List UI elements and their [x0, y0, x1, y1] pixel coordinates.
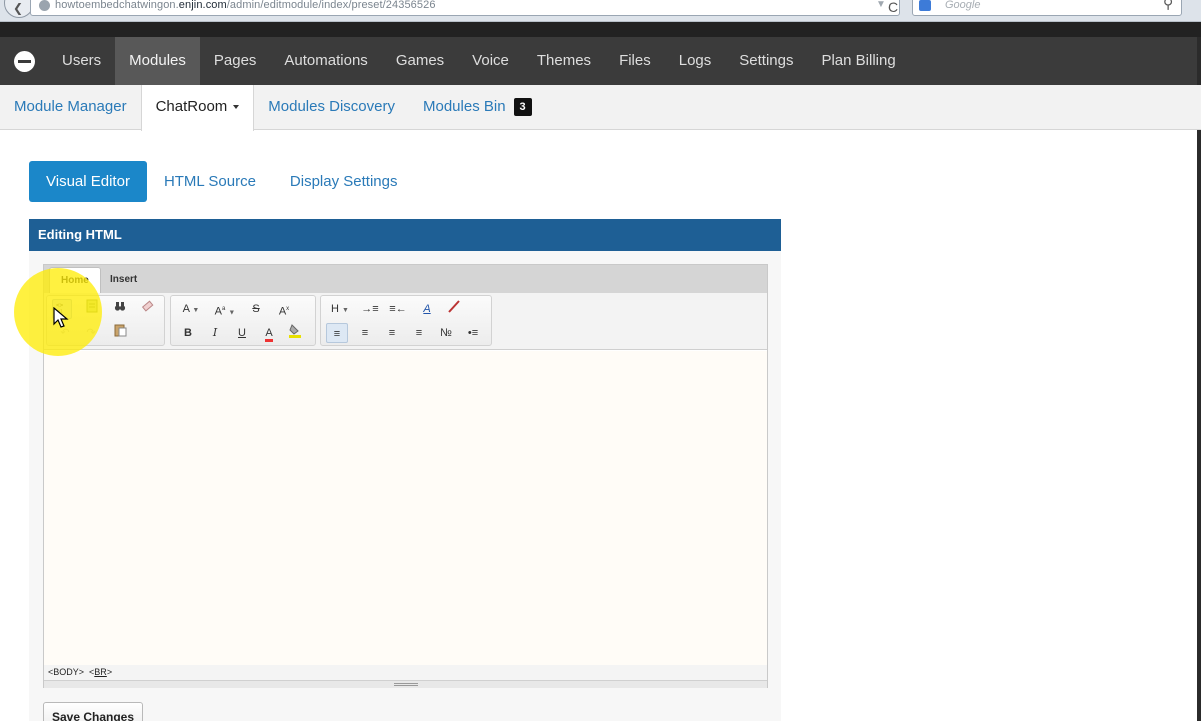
url-domain: enjin.com — [178, 0, 227, 11]
find-binoculars-icon[interactable] — [109, 299, 131, 319]
path-body-tag[interactable]: <BODY> — [48, 667, 84, 677]
redo-icon[interactable]: ↷ — [80, 323, 102, 343]
modules-bin-count-badge: 3 — [513, 98, 532, 117]
html-mode-icon[interactable]: <> ml — [52, 299, 72, 319]
strikethrough-icon[interactable]: S — [245, 299, 267, 319]
save-changes-button[interactable]: Save Changes — [43, 702, 143, 721]
ribbon-tabs: Home Insert — [44, 265, 767, 294]
back-arrow-icon: ❮ — [13, 1, 24, 15]
clear-style-icon[interactable]: A — [416, 299, 438, 319]
window-edge — [1197, 37, 1201, 721]
align-center-icon[interactable]: ≡ — [354, 323, 376, 343]
search-placeholder: Google — [945, 0, 981, 11]
svg-text:<>: <> — [56, 302, 64, 309]
address-bar[interactable]: howtoembedchatwingon.enjin.com/admin/edi… — [30, 0, 900, 16]
svg-text:ml: ml — [57, 309, 63, 314]
toolbar-group-clipboard: <> ml ↶ ↷ — [46, 295, 165, 346]
eraser-icon[interactable] — [136, 299, 158, 319]
tab-html-source[interactable]: HTML Source — [147, 161, 273, 202]
font-face-dropdown-icon[interactable]: A ▼ — [176, 299, 206, 319]
subnav-chatroom[interactable]: ChatRoom — [140, 85, 255, 131]
top-strip — [0, 22, 1201, 37]
nav-item-plan-billing[interactable]: Plan Billing — [807, 37, 909, 85]
grip-icon — [394, 683, 418, 686]
subnav-modules-discovery[interactable]: Modules Discovery — [254, 85, 409, 130]
toolbar-group-paragraph: H ▼ →≡ ≡← A ≡ ≡ ≡ ≡ № •≡ — [320, 295, 492, 346]
undo-icon[interactable]: ↶ — [54, 323, 76, 343]
nav-item-automations[interactable]: Automations — [270, 37, 381, 85]
subnav-modules-bin-label: Modules Bin — [423, 98, 506, 115]
nav-item-files[interactable]: Files — [605, 37, 665, 85]
highlight-color-icon[interactable] — [284, 323, 306, 343]
main-nav-items: Users Modules Pages Automations Games Voice Th… — [48, 37, 910, 85]
document-icon[interactable] — [81, 299, 103, 319]
ribbon-tab-insert[interactable]: Insert — [99, 267, 148, 294]
editor-mode-tabs: Visual Editor HTML Source Display Settin… — [29, 161, 414, 202]
caret-down-icon — [233, 105, 240, 110]
align-right-icon[interactable]: ≡ — [381, 323, 403, 343]
nav-item-themes[interactable]: Themes — [523, 37, 605, 85]
font-size-dropdown-icon[interactable]: Aa ▼ — [209, 299, 241, 319]
outdent-icon[interactable]: ≡← — [387, 299, 409, 319]
url-text: howtoembedchatwingon.enjin.com/admin/edi… — [55, 0, 436, 11]
subnav-chatroom-label: ChatRoom — [155, 98, 228, 115]
sub-nav: Module Manager ChatRoom Modules Discover… — [0, 85, 1201, 131]
editor-resize-handle[interactable] — [44, 680, 767, 688]
paste-icon[interactable] — [109, 323, 131, 343]
site-identity-icon — [39, 0, 50, 11]
subnav-modules-bin[interactable]: Modules Bin 3 — [409, 85, 546, 130]
indent-icon[interactable]: →≡ — [359, 299, 381, 319]
nav-item-games[interactable]: Games — [382, 37, 458, 85]
tab-visual-editor[interactable]: Visual Editor — [29, 161, 147, 202]
path-br-tag[interactable]: BR — [94, 667, 107, 677]
browser-toolbar: ❮ howtoembedchatwingon.enjin.com/admin/e… — [0, 0, 1201, 22]
nav-item-voice[interactable]: Voice — [458, 37, 523, 85]
italic-icon[interactable]: I — [204, 323, 226, 343]
nav-item-pages[interactable]: Pages — [200, 37, 271, 85]
url-prefix: howtoembedchatwingon. — [55, 0, 179, 11]
bold-icon[interactable]: B — [177, 323, 199, 343]
enjin-logo-icon[interactable] — [14, 51, 35, 72]
main-nav: Users Modules Pages Automations Games Voice Th… — [0, 37, 1201, 85]
editor-content-area[interactable] — [44, 351, 767, 665]
magnifier-icon[interactable]: ⚲ — [1163, 0, 1173, 12]
url-path: /admin/editmodule/index/preset/24356526 — [226, 0, 436, 11]
underline-icon[interactable]: U — [231, 323, 253, 343]
unordered-list-icon[interactable]: •≡ — [462, 323, 484, 343]
nav-item-users[interactable]: Users — [48, 37, 115, 85]
search-box[interactable]: Google ⚲ — [912, 0, 1182, 16]
reload-icon[interactable]: C — [888, 0, 898, 15]
search-engine-icon[interactable] — [919, 0, 931, 11]
tab-display-settings[interactable]: Display Settings — [273, 161, 415, 202]
format-painter-icon[interactable] — [443, 299, 465, 319]
align-justify-icon[interactable]: ≡ — [408, 323, 430, 343]
nav-item-settings[interactable]: Settings — [725, 37, 807, 85]
subnav-module-manager[interactable]: Module Manager — [0, 85, 141, 130]
dropdown-arrow-icon[interactable]: ▼ — [876, 0, 886, 10]
align-left-icon[interactable]: ≡ — [326, 323, 348, 343]
ribbon-tab-home[interactable]: Home — [49, 267, 101, 294]
panel-title: Editing HTML — [29, 219, 781, 251]
page: ❮ howtoembedchatwingon.enjin.com/admin/e… — [0, 0, 1201, 721]
ordered-list-icon[interactable]: № — [435, 323, 457, 343]
heading-dropdown-icon[interactable]: H ▼ — [325, 299, 355, 319]
toolbar-group-font: A ▼ Aa ▼ S Ax B I U A — [170, 295, 316, 346]
element-path-bar: <BODY> <BR> — [44, 665, 767, 680]
ribbon-toolbar: <> ml ↶ ↷ A ▼ Aa ▼ S Ax B I U A H ▼ →≡ ≡… — [44, 293, 767, 350]
font-color-icon[interactable]: A — [258, 323, 280, 343]
nav-item-modules[interactable]: Modules — [115, 37, 200, 85]
superscript-icon[interactable]: Ax — [273, 299, 295, 319]
html-editor: Home Insert <> ml ↶ ↷ A ▼ Aa ▼ S Ax B I … — [43, 264, 768, 688]
nav-item-logs[interactable]: Logs — [665, 37, 726, 85]
